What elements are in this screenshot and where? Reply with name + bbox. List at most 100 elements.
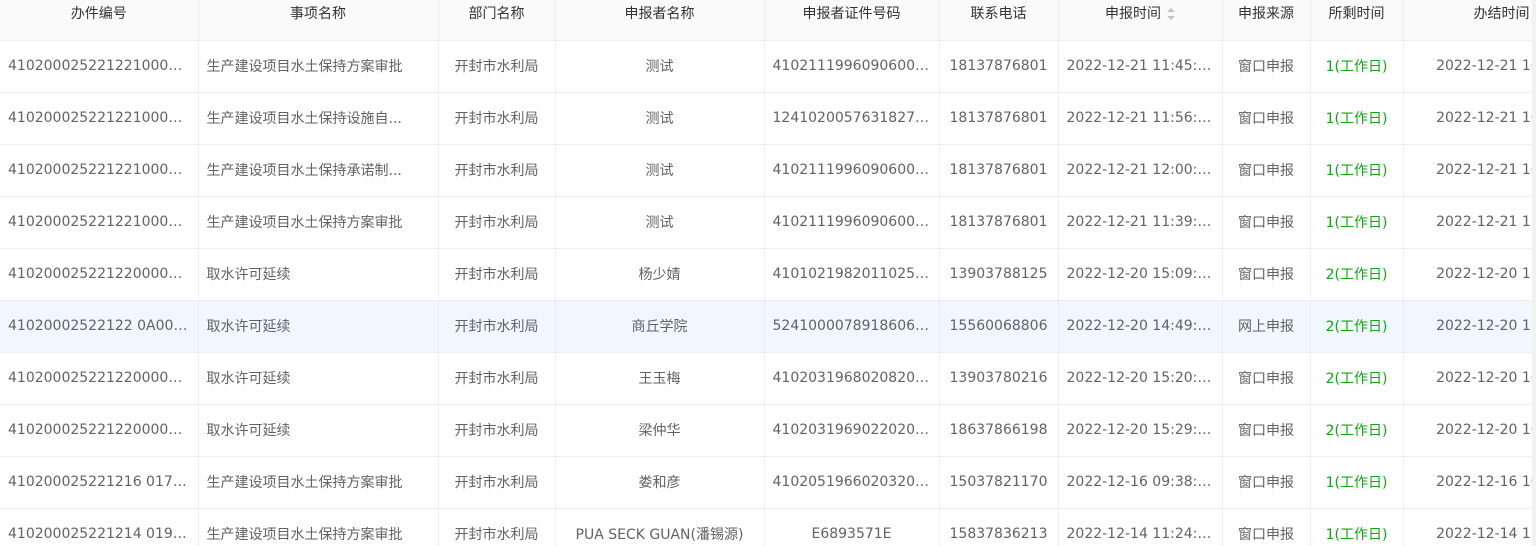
column-header-dept[interactable]: 部门名称 <box>438 0 556 41</box>
table-row[interactable]: 410200025221221000004 生产建设项目水土保持承诺制... 开封市… <box>0 144 1536 197</box>
cell-done: 2022-12-21 11:41: <box>1403 196 1536 249</box>
cell-id: 410200025221221000001 <box>0 196 199 249</box>
table-row[interactable]: 41020002522122 0A000001 取水许可延续 开封市水利局 商丘学院 5… <box>0 300 1536 353</box>
cell-cert: 410203196802082065 <box>764 352 940 405</box>
column-header-remaining[interactable]: 所剩时间 <box>1310 0 1404 41</box>
cell-id: 41020002522122 0A000001 <box>0 300 199 353</box>
cell-source: 窗口申报 <box>1222 248 1311 301</box>
cell-done: 2022-12-20 16:51: <box>1403 404 1536 457</box>
column-header-applicant[interactable]: 申报者名称 <box>555 0 765 41</box>
column-header-source[interactable]: 申报来源 <box>1222 0 1311 41</box>
cell-done: 2022-12-20 17:06: <box>1403 300 1536 353</box>
cell-source: 网上申报 <box>1222 300 1311 353</box>
cell-cert: 41020319690220201X <box>764 404 940 457</box>
cell-dept: 开封市水利局 <box>438 196 556 249</box>
cell-id: 410200025221220000001 <box>0 248 199 301</box>
cell-done: 2022-12-14 11:55: <box>1403 508 1536 546</box>
cell-applicant: 娄和彦 <box>555 456 765 509</box>
column-header-item[interactable]: 事项名称 <box>198 0 439 41</box>
cell-time: 2022-12-21 12:00:39 <box>1058 144 1223 197</box>
table-row[interactable]: 410200025221214 0191660 生产建设项目水土保持方案审批 开封市… <box>0 508 1536 546</box>
data-table: 办件编号 事项名称 部门名称 申报者名称 申报者证件号码 联系电话 申报时间 申… <box>0 0 1536 546</box>
cell-dept: 开封市水利局 <box>438 508 556 546</box>
cell-applicant: PUA SECK GUAN(潘锡源) <box>555 508 765 546</box>
cell-cert: 524100007891860673 <box>764 300 940 353</box>
cell-id: 410200025221221000002 <box>0 40 199 93</box>
cell-done: 2022-12-20 16:59: <box>1403 352 1536 405</box>
cell-phone: 13903780216 <box>939 352 1059 405</box>
column-header-time[interactable]: 申报时间 <box>1058 0 1223 41</box>
cell-done: 2022-12-21 16:13: <box>1403 144 1536 197</box>
cell-item: 生产建设项目水土保持承诺制... <box>198 144 439 197</box>
sort-descending-icon[interactable] <box>1167 15 1175 20</box>
cell-item: 取水许可延续 <box>198 404 439 457</box>
table-row[interactable]: 410200025221221000003 生产建设项目水土保持设施自... 开封市… <box>0 92 1536 145</box>
cell-done: 2022-12-21 16:13: <box>1403 92 1536 145</box>
table-row[interactable]: 410200025221221000001 生产建设项目水土保持方案审批 开封市水利… <box>0 196 1536 249</box>
cell-done: 2022-12-21 16:14: <box>1403 40 1536 93</box>
table-row[interactable]: 410200025221220000003 取水许可延续 开封市水利局 梁仲华 4102… <box>0 404 1536 457</box>
column-header-id[interactable]: 办件编号 <box>0 0 199 41</box>
vertical-scrollbar[interactable] <box>1532 0 1536 546</box>
cell-dept: 开封市水利局 <box>438 144 556 197</box>
cell-item: 取水许可延续 <box>198 248 439 301</box>
cell-time: 2022-12-21 11:56:11 <box>1058 92 1223 145</box>
cell-time: 2022-12-16 09:38:42 <box>1058 456 1223 509</box>
cell-applicant: 测试 <box>555 144 765 197</box>
cell-phone: 18137876801 <box>939 92 1059 145</box>
cell-remaining: 1(工作日) <box>1310 40 1404 93</box>
sort-caret-icon[interactable] <box>1167 7 1175 20</box>
cell-source: 窗口申报 <box>1222 508 1311 546</box>
cell-dept: 开封市水利局 <box>438 352 556 405</box>
table-row[interactable]: 410200025221221000002 生产建设项目水土保持方案审批 开封市水利… <box>0 40 1536 93</box>
sort-ascending-icon[interactable] <box>1167 7 1175 12</box>
cell-id: 410200025221221000004 <box>0 144 199 197</box>
cell-source: 窗口申报 <box>1222 456 1311 509</box>
cell-applicant: 王玉梅 <box>555 352 765 405</box>
cell-time: 2022-12-14 11:24:31 <box>1058 508 1223 546</box>
cell-item: 生产建设项目水土保持方案审批 <box>198 40 439 93</box>
cell-time: 2022-12-20 15:09:52 <box>1058 248 1223 301</box>
cell-phone: 15037821170 <box>939 456 1059 509</box>
cell-cert: 12410200576318273K <box>764 92 940 145</box>
cell-remaining: 2(工作日) <box>1310 352 1404 405</box>
cell-cert: 410211199609060036 <box>764 196 940 249</box>
cell-dept: 开封市水利局 <box>438 40 556 93</box>
column-header-done[interactable]: 办结时间 <box>1403 0 1536 41</box>
cell-source: 窗口申报 <box>1222 196 1311 249</box>
cell-cert: 410102198201102566 <box>764 248 940 301</box>
cell-phone: 18137876801 <box>939 144 1059 197</box>
cell-done: 2022-12-20 17:10: <box>1403 248 1536 301</box>
cell-item: 生产建设项目水土保持方案审批 <box>198 456 439 509</box>
cell-remaining: 1(工作日) <box>1310 196 1404 249</box>
cell-id: 410200025221220000002 <box>0 352 199 405</box>
column-header-cert[interactable]: 申报者证件号码 <box>764 0 940 41</box>
table-row[interactable]: 410200025221220000001 取水许可延续 开封市水利局 杨少婧 4101… <box>0 248 1536 301</box>
cell-applicant: 商丘学院 <box>555 300 765 353</box>
cell-item: 取水许可延续 <box>198 352 439 405</box>
cell-remaining: 2(工作日) <box>1310 248 1404 301</box>
cell-applicant: 测试 <box>555 92 765 145</box>
cell-applicant: 杨少婧 <box>555 248 765 301</box>
table-row[interactable]: 410200025221216 0172172 生产建设项目水土保持方案审批 开封市… <box>0 456 1536 509</box>
cell-item: 生产建设项目水土保持设施自... <box>198 92 439 145</box>
column-header-phone[interactable]: 联系电话 <box>939 0 1059 41</box>
cell-dept: 开封市水利局 <box>438 404 556 457</box>
cell-remaining: 1(工作日) <box>1310 508 1404 546</box>
cell-remaining: 1(工作日) <box>1310 92 1404 145</box>
cell-phone: 18637866198 <box>939 404 1059 457</box>
cell-cert: 410205196602032031 <box>764 456 940 509</box>
cell-phone: 13903788125 <box>939 248 1059 301</box>
cell-id: 410200025221214 0191660 <box>0 508 199 546</box>
table-row[interactable]: 410200025221220000002 取水许可延续 开封市水利局 王玉梅 4102… <box>0 352 1536 405</box>
cell-source: 窗口申报 <box>1222 144 1311 197</box>
cell-applicant: 测试 <box>555 40 765 93</box>
cell-phone: 18137876801 <box>939 40 1059 93</box>
cell-remaining: 2(工作日) <box>1310 404 1404 457</box>
cell-item: 生产建设项目水土保持方案审批 <box>198 196 439 249</box>
cell-done: 2022-12-16 10:43: <box>1403 456 1536 509</box>
cell-cert: 410211199609060036 <box>764 144 940 197</box>
cell-time: 2022-12-21 11:45:23 <box>1058 40 1223 93</box>
cell-time: 2022-12-20 15:29:28 <box>1058 404 1223 457</box>
cell-id: 410200025221221000003 <box>0 92 199 145</box>
